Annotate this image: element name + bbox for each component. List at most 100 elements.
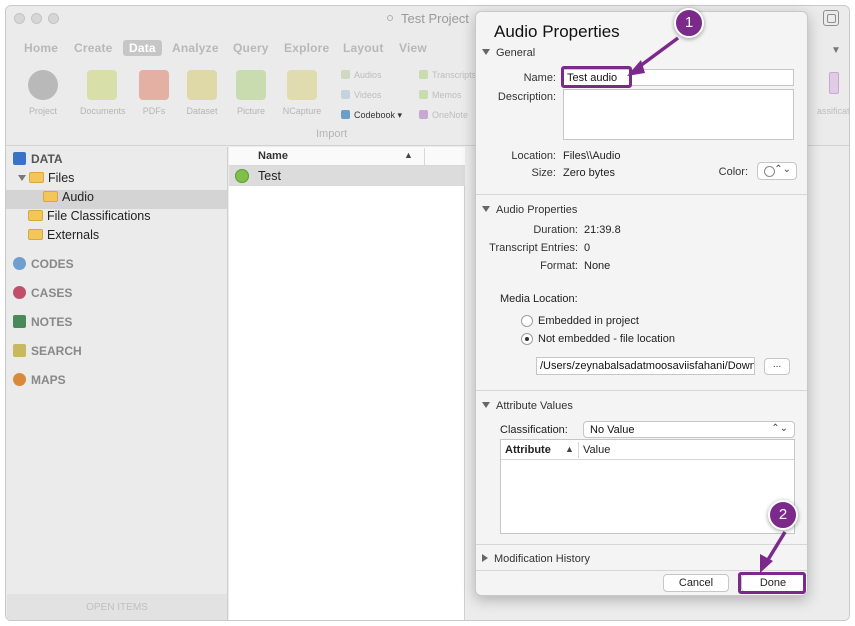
tab-layout[interactable]: Layout xyxy=(343,41,384,55)
import-group-label: Import xyxy=(316,128,348,140)
column-attribute-header[interactable]: Attribute xyxy=(505,444,551,456)
tree-item-file-classifications[interactable]: File Classifications xyxy=(6,209,227,228)
disclosure-open-icon xyxy=(482,402,490,408)
modification-history-section-header[interactable]: Modification History xyxy=(482,553,590,565)
tree-item-files[interactable]: Files xyxy=(6,171,227,190)
close-window-button[interactable] xyxy=(14,13,25,24)
disclosure-open-icon xyxy=(482,206,490,212)
chevron-updown-icon: ⌃⌄ xyxy=(774,164,791,175)
classification-label: Classification: xyxy=(500,424,568,436)
column-divider xyxy=(424,148,425,165)
format-label: Format: xyxy=(540,260,578,272)
tab-create[interactable]: Create xyxy=(74,41,113,55)
window-title: Test Project xyxy=(401,11,469,26)
column-name-header[interactable]: Name xyxy=(258,150,288,162)
pdfs-button[interactable]: PDFs xyxy=(132,70,176,116)
open-window-icon[interactable] xyxy=(823,10,839,26)
project-button[interactable]: Project xyxy=(21,70,65,116)
tab-analyze[interactable]: Analyze xyxy=(172,41,219,55)
attribute-values-section-header[interactable]: Attribute Values xyxy=(482,400,573,412)
onenote-icon xyxy=(419,110,428,119)
file-list: Name ▲ Test xyxy=(229,147,465,620)
nav-maps[interactable]: MAPS xyxy=(13,373,66,387)
tree-item-externals[interactable]: Externals xyxy=(6,228,227,247)
nav-data-label: DATA xyxy=(31,152,63,166)
videos-label: Videos xyxy=(354,90,382,100)
tab-home[interactable]: Home xyxy=(24,41,58,55)
dataset-button[interactable]: Dataset xyxy=(180,70,224,116)
tab-query[interactable]: Query xyxy=(233,41,269,55)
tab-view[interactable]: View xyxy=(399,41,427,55)
memos-label: Memos xyxy=(432,90,462,100)
codebook-label: Codebook xyxy=(354,110,396,120)
cancel-button[interactable]: Cancel xyxy=(663,574,729,592)
ncapture-icon xyxy=(287,70,317,100)
sort-ascending-icon[interactable]: ▲ xyxy=(565,444,574,454)
documents-icon xyxy=(87,70,117,100)
list-header: Name ▲ xyxy=(229,147,465,166)
color-label: Color: xyxy=(718,166,748,178)
tree-item-audio[interactable]: Audio xyxy=(6,190,227,209)
file-path-field[interactable]: /Users/zeynabalsadatmoosaviisfahani/Down xyxy=(536,357,755,375)
general-section-header[interactable]: General xyxy=(482,47,535,59)
videos-icon xyxy=(341,90,350,99)
tab-data[interactable]: Data xyxy=(123,40,162,56)
picture-button[interactable]: Picture xyxy=(229,70,273,116)
open-items-bar[interactable]: OPEN ITEMS xyxy=(7,594,227,620)
nav-data-header[interactable]: DATA xyxy=(13,152,63,166)
panel-title: Audio Properties xyxy=(494,22,620,41)
classification-select[interactable]: No Value ⌃⌄ xyxy=(583,421,795,438)
size-value: Zero bytes xyxy=(563,167,615,179)
zoom-window-button[interactable] xyxy=(48,13,59,24)
embedded-radio-label: Embedded in project xyxy=(538,315,639,327)
audio-properties-section-header[interactable]: Audio Properties xyxy=(482,204,577,216)
section-divider xyxy=(476,390,807,391)
description-field[interactable] xyxy=(563,89,794,140)
project-icon xyxy=(28,70,58,100)
nav-cases-label: CASES xyxy=(31,286,73,300)
list-item[interactable]: Test xyxy=(229,166,465,186)
step-2-badge: 2 xyxy=(768,500,798,530)
nav-notes-label: NOTES xyxy=(31,315,73,329)
nav-search-label: SEARCH xyxy=(31,344,82,358)
picture-icon xyxy=(236,70,266,100)
not-embedded-radio-label: Not embedded - file location xyxy=(538,333,675,345)
color-picker[interactable]: ⌃⌄ xyxy=(757,162,797,180)
onenote-button[interactable]: OneNote xyxy=(419,110,468,120)
column-value-header[interactable]: Value xyxy=(583,444,610,456)
nav-cases[interactable]: CASES xyxy=(13,286,72,300)
tab-explore[interactable]: Explore xyxy=(284,41,329,55)
dataset-icon xyxy=(187,70,217,100)
chevron-updown-icon: ⌃⌄ xyxy=(771,423,788,434)
picture-button-label: Picture xyxy=(236,106,265,116)
documents-button[interactable]: Documents xyxy=(80,70,126,116)
nav-maps-label: MAPS xyxy=(31,373,66,387)
ribbon-collapse-icon[interactable]: ▼ xyxy=(831,45,841,56)
description-label: Description: xyxy=(497,91,556,103)
pdf-icon xyxy=(139,70,169,100)
memos-button[interactable]: Memos xyxy=(419,90,462,100)
open-items-label: OPEN ITEMS xyxy=(86,602,148,613)
navigation-sidebar: DATA Files Audio File Classifications Ex… xyxy=(6,147,228,620)
sort-ascending-icon[interactable]: ▲ xyxy=(404,150,413,160)
media-location-label: Media Location: xyxy=(500,293,578,305)
audio-properties-panel: Audio Properties General Name: Test audi… xyxy=(475,11,808,596)
embedded-radio[interactable] xyxy=(521,315,533,327)
audio-properties-section-label: Audio Properties xyxy=(496,204,578,216)
transcripts-button[interactable]: Transcripts xyxy=(419,70,476,80)
memos-icon xyxy=(419,90,428,99)
videos-button[interactable]: Videos xyxy=(341,90,381,100)
classification-icon[interactable] xyxy=(829,72,839,94)
nav-codes[interactable]: CODES xyxy=(13,257,74,271)
minimize-window-button[interactable] xyxy=(31,13,42,24)
nav-notes[interactable]: NOTES xyxy=(13,315,72,329)
not-embedded-radio[interactable] xyxy=(521,333,533,345)
browse-button[interactable]: ... xyxy=(764,358,790,375)
ncapture-button[interactable]: NCapture xyxy=(280,70,324,116)
tree-item-audio-label: Audio xyxy=(62,190,94,204)
transcripts-label: Transcripts xyxy=(432,70,477,80)
nav-search[interactable]: SEARCH xyxy=(13,344,82,358)
audios-button[interactable]: Audios xyxy=(341,70,382,80)
codebook-button[interactable]: Codebook ▾ xyxy=(341,110,402,121)
disclosure-open-icon[interactable] xyxy=(18,175,26,181)
